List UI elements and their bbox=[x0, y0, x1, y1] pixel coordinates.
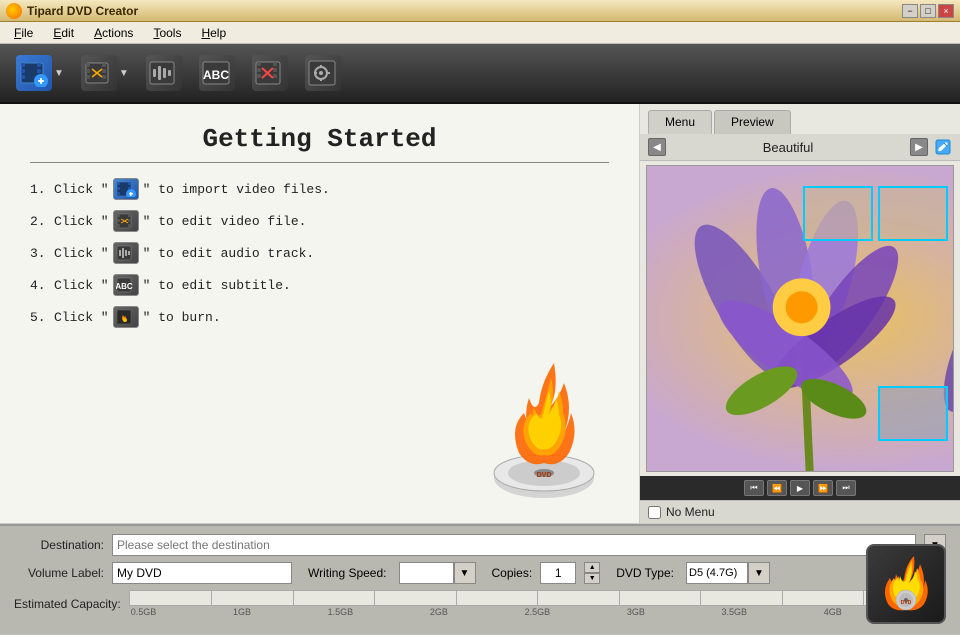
copies-up-button[interactable]: ▲ bbox=[584, 562, 600, 573]
destination-label: Destination: bbox=[14, 538, 104, 552]
delete-button[interactable] bbox=[246, 50, 294, 96]
capacity-row: Estimated Capacity: 0.5GB 1GB 1.5GB 2GB … bbox=[14, 590, 946, 617]
app-title: Tipard DVD Creator bbox=[27, 4, 902, 18]
menu-tools[interactable]: Tools bbox=[143, 24, 191, 42]
no-menu-label[interactable]: No Menu bbox=[666, 505, 715, 519]
dvd-type-dropdown[interactable]: ▼ bbox=[748, 562, 770, 584]
preview-panel: Menu Preview ◀ Beautiful ▶ bbox=[640, 104, 960, 524]
volume-row: Volume Label: Writing Speed: ▼ Copies: ▲… bbox=[14, 562, 946, 584]
dvd-type-label: DVD Type: bbox=[616, 566, 674, 580]
destination-input[interactable] bbox=[112, 534, 916, 556]
edit-video-icon bbox=[81, 55, 117, 91]
dvd-type-display: D5 (4.7G) bbox=[686, 562, 748, 584]
step-3: 3. Click " " to edit audio track. bbox=[30, 242, 609, 264]
prev-menu-button[interactable]: ◀ bbox=[648, 138, 666, 156]
step4-icon: ABC bbox=[113, 274, 139, 296]
subtitle-icon: ABC bbox=[199, 55, 235, 91]
destination-row: Destination: ▼ bbox=[14, 534, 946, 556]
preview-tabs: Menu Preview bbox=[640, 104, 960, 134]
thumbnail-box-1 bbox=[803, 186, 873, 241]
window-controls: − □ × bbox=[902, 4, 954, 18]
copies-spinner: ▲ ▼ bbox=[584, 562, 600, 584]
getting-started-panel: Getting Started 1. Click " " bbox=[0, 104, 640, 524]
edit-video-dropdown-arrow: ▼ bbox=[119, 68, 129, 79]
subtitle-button[interactable]: ABC bbox=[193, 50, 241, 96]
close-button[interactable]: × bbox=[938, 4, 954, 18]
menu-file[interactable]: File bbox=[4, 24, 43, 42]
edit-menu-icon[interactable] bbox=[934, 138, 952, 156]
delete-icon bbox=[252, 55, 288, 91]
step3-icon bbox=[113, 242, 139, 264]
skip-forward-button[interactable]: ⏭ bbox=[836, 480, 856, 496]
edit-video-button[interactable]: ▼ bbox=[75, 50, 135, 96]
toolbar: ▼ ▼ bbox=[0, 44, 960, 104]
getting-started-title: Getting Started bbox=[30, 124, 609, 163]
preview-controls: ⏮ ⏪ ▶ ⏩ ⏭ bbox=[640, 476, 960, 500]
skip-back-button[interactable]: ⏮ bbox=[744, 480, 764, 496]
step5-icon bbox=[113, 306, 139, 328]
volume-input[interactable] bbox=[112, 562, 292, 584]
fast-forward-button[interactable]: ⏩ bbox=[813, 480, 833, 496]
capacity-bar-container: 0.5GB 1GB 1.5GB 2GB 2.5GB 3GB 3.5GB 4GB … bbox=[129, 590, 946, 617]
add-media-dropdown-arrow: ▼ bbox=[54, 68, 64, 79]
no-menu-row: No Menu bbox=[640, 500, 960, 523]
copies-input[interactable] bbox=[540, 562, 576, 584]
svg-text:DVD: DVD bbox=[537, 472, 552, 479]
add-media-button[interactable]: ▼ bbox=[10, 50, 70, 96]
tab-menu[interactable]: Menu bbox=[648, 110, 712, 134]
tab-preview[interactable]: Preview bbox=[714, 110, 791, 134]
copies-down-button[interactable]: ▼ bbox=[584, 573, 600, 584]
step-5: 5. Click " " to burn. bbox=[30, 306, 609, 328]
capacity-labels: 0.5GB 1GB 1.5GB 2GB 2.5GB 3GB 3.5GB 4GB … bbox=[129, 607, 946, 617]
thumbnail-box-2 bbox=[878, 186, 948, 241]
step-2: 2. Click " " to edit video file. bbox=[30, 210, 609, 232]
thumbnail-box-3 bbox=[878, 386, 948, 441]
writing-speed-label: Writing Speed: bbox=[308, 566, 387, 580]
add-media-icon bbox=[16, 55, 52, 91]
play-button[interactable]: ▶ bbox=[790, 480, 810, 496]
flame-dvd-illustration: DVD bbox=[479, 343, 609, 503]
writing-speed-input bbox=[399, 562, 454, 584]
no-menu-checkbox[interactable] bbox=[648, 506, 661, 519]
minimize-button[interactable]: − bbox=[902, 4, 918, 18]
menu-bar: File Edit Actions Tools Help bbox=[0, 22, 960, 44]
volume-label: Volume Label: bbox=[14, 566, 104, 580]
step1-icon bbox=[113, 178, 139, 200]
next-menu-button[interactable]: ▶ bbox=[910, 138, 928, 156]
capacity-bar bbox=[129, 590, 946, 606]
rewind-button[interactable]: ⏪ bbox=[767, 480, 787, 496]
menu-navigation: ◀ Beautiful ▶ bbox=[640, 134, 960, 161]
title-bar: Tipard DVD Creator − □ × bbox=[0, 0, 960, 22]
settings-icon bbox=[305, 55, 341, 91]
menu-help[interactable]: Help bbox=[191, 24, 236, 42]
copies-label: Copies: bbox=[492, 566, 533, 580]
step-4: 4. Click " ABC " to edit subtitle. bbox=[30, 274, 609, 296]
svg-text:ABC: ABC bbox=[203, 68, 229, 82]
burn-button[interactable]: DVD bbox=[866, 544, 946, 624]
restore-button[interactable]: □ bbox=[920, 4, 936, 18]
app-icon bbox=[6, 3, 22, 19]
menu-name: Beautiful bbox=[666, 140, 910, 155]
bottom-bar: Destination: ▼ Volume Label: Writing Spe… bbox=[0, 524, 960, 634]
preview-canvas bbox=[646, 165, 954, 472]
settings-button[interactable] bbox=[299, 50, 347, 96]
writing-speed-dropdown[interactable]: ▼ bbox=[454, 562, 476, 584]
audio-icon bbox=[146, 55, 182, 91]
step-1: 1. Click " " to import video files. bbox=[30, 178, 609, 200]
svg-text:DVD: DVD bbox=[901, 600, 912, 606]
estimated-capacity-label: Estimated Capacity: bbox=[14, 597, 121, 611]
menu-edit[interactable]: Edit bbox=[43, 24, 84, 42]
svg-text:ABC: ABC bbox=[116, 282, 133, 291]
audio-button[interactable] bbox=[140, 50, 188, 96]
step2-icon bbox=[113, 210, 139, 232]
main-area: Getting Started 1. Click " " bbox=[0, 104, 960, 524]
menu-actions[interactable]: Actions bbox=[84, 24, 143, 42]
